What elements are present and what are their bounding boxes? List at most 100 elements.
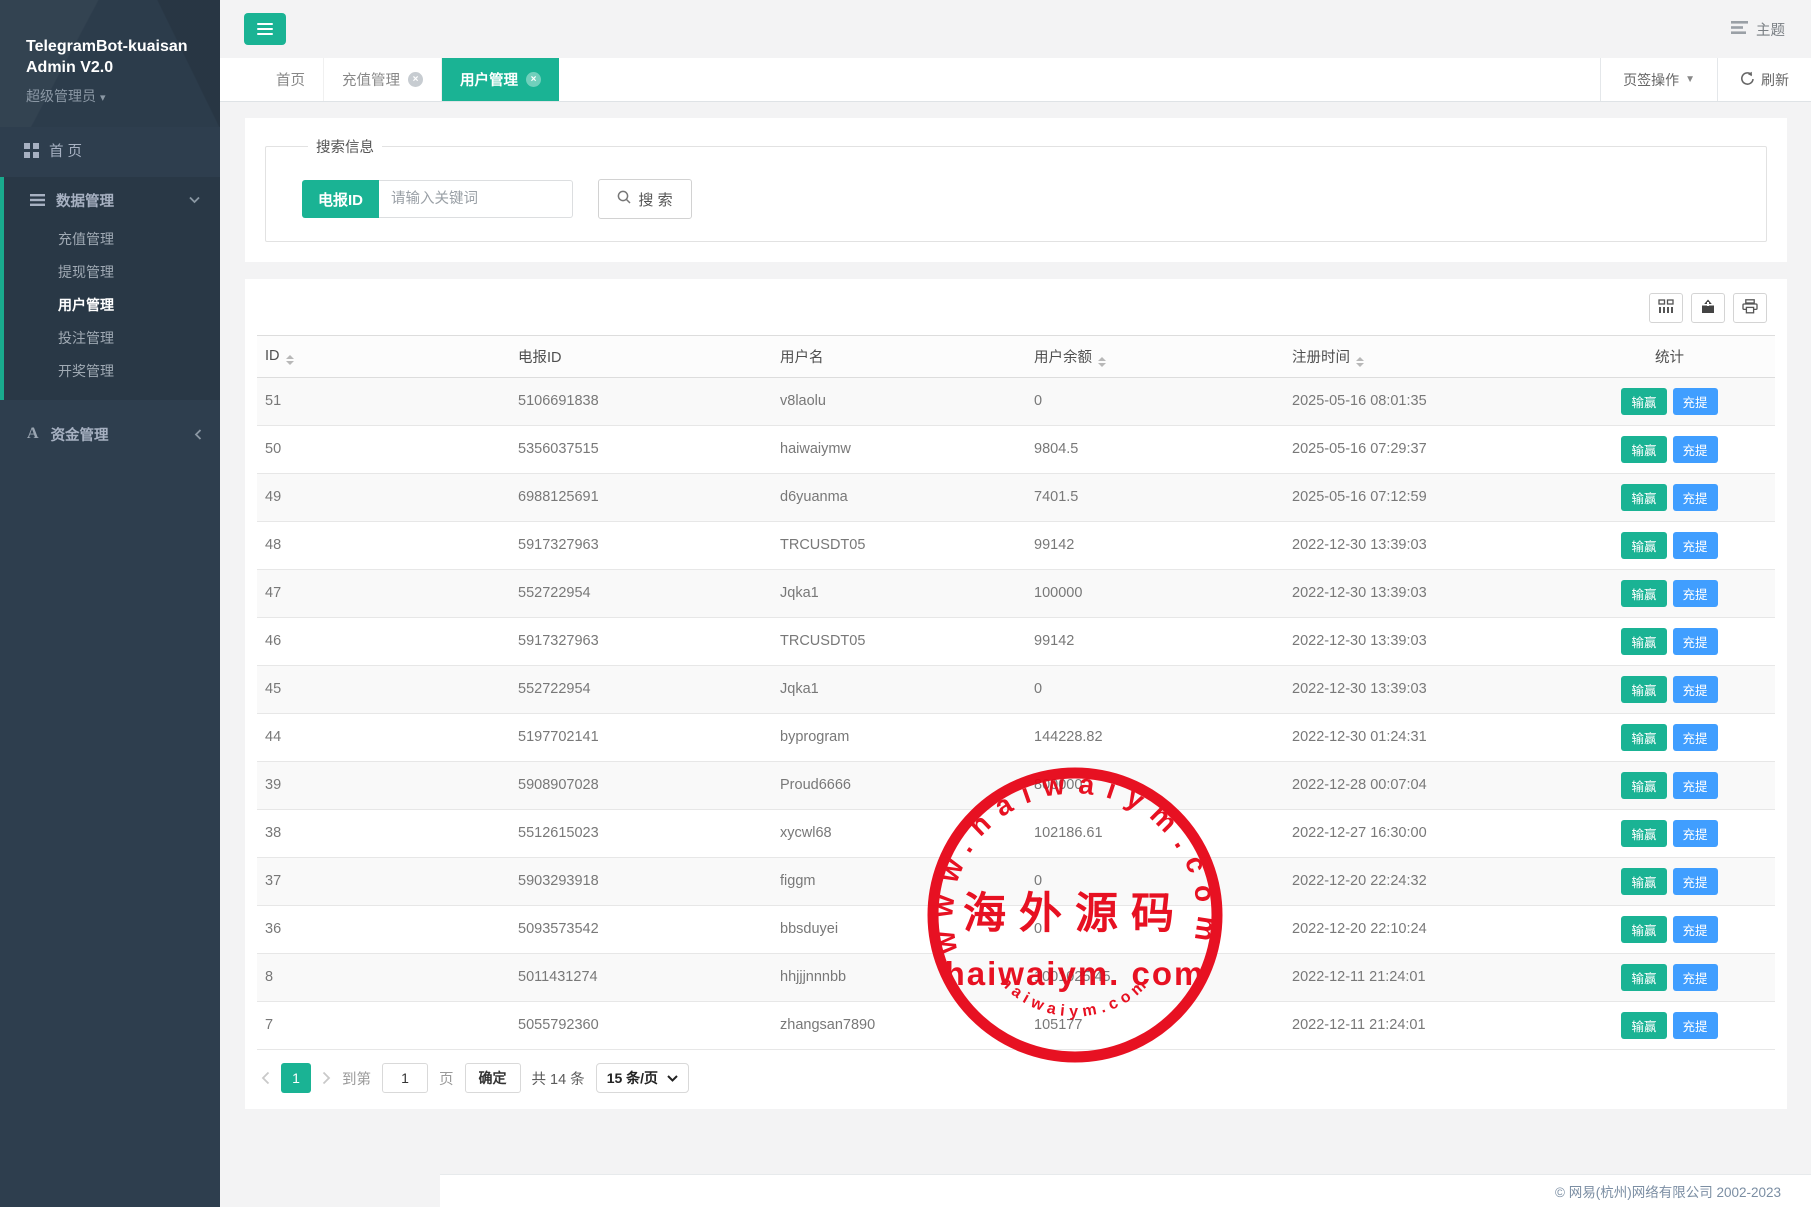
recharge-withdraw-button[interactable]: 充提 bbox=[1673, 724, 1718, 751]
cell-telegram-id: 6988125691 bbox=[510, 474, 772, 522]
recharge-withdraw-button[interactable]: 充提 bbox=[1673, 628, 1718, 655]
theme-switch[interactable]: 主题 bbox=[1731, 0, 1785, 58]
cell-balance: 800000 bbox=[1026, 762, 1284, 810]
recharge-withdraw-button[interactable]: 充提 bbox=[1673, 916, 1718, 943]
search-icon bbox=[617, 190, 631, 208]
win-lose-button[interactable]: 输赢 bbox=[1621, 388, 1666, 415]
table-toolbar bbox=[257, 293, 1775, 323]
app-title-line2: Admin V2.0 bbox=[26, 57, 202, 78]
sidebar-item-home[interactable]: 首 页 bbox=[0, 127, 220, 173]
win-lose-button[interactable]: 输赢 bbox=[1621, 1012, 1666, 1039]
search-button[interactable]: 搜 索 bbox=[598, 179, 692, 219]
win-lose-button[interactable]: 输赢 bbox=[1621, 436, 1666, 463]
win-lose-button[interactable]: 输赢 bbox=[1621, 628, 1666, 655]
tab-close-icon[interactable]: × bbox=[408, 72, 423, 87]
search-row: 电报ID 搜 索 bbox=[302, 179, 1750, 219]
recharge-withdraw-button[interactable]: 充提 bbox=[1673, 676, 1718, 703]
goto-confirm-button[interactable]: 确定 bbox=[465, 1063, 521, 1093]
theme-label: 主题 bbox=[1756, 19, 1785, 40]
tab-home[interactable]: 首页 bbox=[258, 58, 324, 101]
cell-balance: 1001025.45 bbox=[1026, 954, 1284, 1002]
win-lose-button[interactable]: 输赢 bbox=[1621, 964, 1666, 991]
sidebar-item-user-mgmt[interactable]: 用户管理 bbox=[4, 289, 220, 322]
tab-close-icon[interactable]: × bbox=[526, 72, 541, 87]
tab-operations-dropdown[interactable]: 页签操作 ▼ bbox=[1601, 58, 1717, 101]
page-size-select[interactable]: 15 条/页 bbox=[596, 1063, 689, 1093]
win-lose-button[interactable]: 输赢 bbox=[1621, 868, 1666, 895]
cell-telegram-id: 5011431274 bbox=[510, 954, 772, 1002]
table-row: 505356037515haiwaiymw9804.52025-05-16 07… bbox=[257, 426, 1775, 474]
col-balance[interactable]: 用户余额 bbox=[1026, 336, 1284, 378]
recharge-withdraw-button[interactable]: 充提 bbox=[1673, 868, 1718, 895]
admin-role-dropdown[interactable]: 超级管理员▾ bbox=[26, 86, 202, 106]
cell-id: 48 bbox=[257, 522, 510, 570]
win-lose-button[interactable]: 输赢 bbox=[1621, 676, 1666, 703]
recharge-withdraw-button[interactable]: 充提 bbox=[1673, 1012, 1718, 1039]
content: 搜索信息 电报ID 搜 索 bbox=[220, 102, 1811, 1109]
sidebar-item-withdraw-mgmt[interactable]: 提现管理 bbox=[4, 256, 220, 289]
page-number-button[interactable]: 1 bbox=[281, 1063, 311, 1093]
cell-username: Jqka1 bbox=[772, 666, 1026, 714]
row-actions: 输赢充提 bbox=[1564, 954, 1775, 1002]
win-lose-button[interactable]: 输赢 bbox=[1621, 916, 1666, 943]
win-lose-button[interactable]: 输赢 bbox=[1621, 484, 1666, 511]
cell-telegram-id: 5908907028 bbox=[510, 762, 772, 810]
refresh-button[interactable]: 刷新 bbox=[1718, 58, 1811, 101]
caret-down-icon: ▼ bbox=[1685, 74, 1695, 85]
sidebar-group-funds-toggle[interactable]: A 资金管理 bbox=[0, 410, 220, 458]
col-id[interactable]: ID bbox=[257, 336, 510, 378]
sidebar-item-bet-mgmt[interactable]: 投注管理 bbox=[4, 322, 220, 355]
search-field-button[interactable]: 电报ID bbox=[302, 180, 379, 218]
recharge-withdraw-button[interactable]: 充提 bbox=[1673, 484, 1718, 511]
funds-icon: A bbox=[27, 425, 39, 443]
cell-balance: 0 bbox=[1026, 858, 1284, 906]
cell-register-time: 2025-05-16 07:12:59 bbox=[1284, 474, 1564, 522]
sidebar-item-recharge-mgmt[interactable]: 充值管理 bbox=[4, 223, 220, 256]
win-lose-button[interactable]: 输赢 bbox=[1621, 772, 1666, 799]
cell-register-time: 2022-12-27 16:30:00 bbox=[1284, 810, 1564, 858]
table-row: 375903293918figgm02022-12-20 22:24:32输赢充… bbox=[257, 858, 1775, 906]
recharge-withdraw-button[interactable]: 充提 bbox=[1673, 772, 1718, 799]
cell-id: 51 bbox=[257, 378, 510, 426]
win-lose-button[interactable]: 输赢 bbox=[1621, 820, 1666, 847]
cell-register-time: 2022-12-30 13:39:03 bbox=[1284, 570, 1564, 618]
goto-page-input[interactable] bbox=[382, 1063, 428, 1093]
cell-telegram-id: 5512615023 bbox=[510, 810, 772, 858]
theme-icon bbox=[1731, 21, 1748, 38]
row-actions: 输赢充提 bbox=[1564, 666, 1775, 714]
cell-register-time: 2022-12-30 13:39:03 bbox=[1284, 666, 1564, 714]
cell-telegram-id: 5917327963 bbox=[510, 618, 772, 666]
sidebar-item-home-label: 首 页 bbox=[49, 140, 82, 161]
table-row: 496988125691d6yuanma7401.52025-05-16 07:… bbox=[257, 474, 1775, 522]
prev-page-button[interactable] bbox=[261, 1071, 270, 1085]
next-page-button[interactable] bbox=[322, 1071, 331, 1085]
recharge-withdraw-button[interactable]: 充提 bbox=[1673, 820, 1718, 847]
sidebar-group-data-toggle[interactable]: 数据管理 bbox=[4, 177, 220, 223]
search-input[interactable] bbox=[379, 180, 573, 218]
win-lose-button[interactable]: 输赢 bbox=[1621, 580, 1666, 607]
sidebar-item-lottery-mgmt[interactable]: 开奖管理 bbox=[4, 355, 220, 388]
win-lose-button[interactable]: 输赢 bbox=[1621, 532, 1666, 559]
recharge-withdraw-button[interactable]: 充提 bbox=[1673, 532, 1718, 559]
card-view-button[interactable] bbox=[1649, 293, 1683, 323]
tab-user-mgmt[interactable]: 用户管理 × bbox=[442, 58, 559, 101]
sort-icon bbox=[286, 355, 294, 365]
cell-id: 36 bbox=[257, 906, 510, 954]
cell-balance: 102186.61 bbox=[1026, 810, 1284, 858]
tab-bar: 首页 充值管理 × 用户管理 × 页签操作 ▼ bbox=[220, 58, 1811, 102]
chevron-down-icon bbox=[667, 1075, 678, 1082]
tab-recharge-mgmt[interactable]: 充值管理 × bbox=[324, 58, 442, 101]
card-view-icon bbox=[1658, 299, 1674, 317]
table-row: 465917327963TRCUSDT05991422022-12-30 13:… bbox=[257, 618, 1775, 666]
win-lose-button[interactable]: 输赢 bbox=[1621, 724, 1666, 751]
export-button[interactable] bbox=[1691, 293, 1725, 323]
recharge-withdraw-button[interactable]: 充提 bbox=[1673, 436, 1718, 463]
cell-id: 50 bbox=[257, 426, 510, 474]
cell-id: 44 bbox=[257, 714, 510, 762]
recharge-withdraw-button[interactable]: 充提 bbox=[1673, 964, 1718, 991]
recharge-withdraw-button[interactable]: 充提 bbox=[1673, 580, 1718, 607]
recharge-withdraw-button[interactable]: 充提 bbox=[1673, 388, 1718, 415]
col-register-time[interactable]: 注册时间 bbox=[1284, 336, 1564, 378]
sidebar-toggle-button[interactable] bbox=[244, 13, 286, 45]
print-button[interactable] bbox=[1733, 293, 1767, 323]
